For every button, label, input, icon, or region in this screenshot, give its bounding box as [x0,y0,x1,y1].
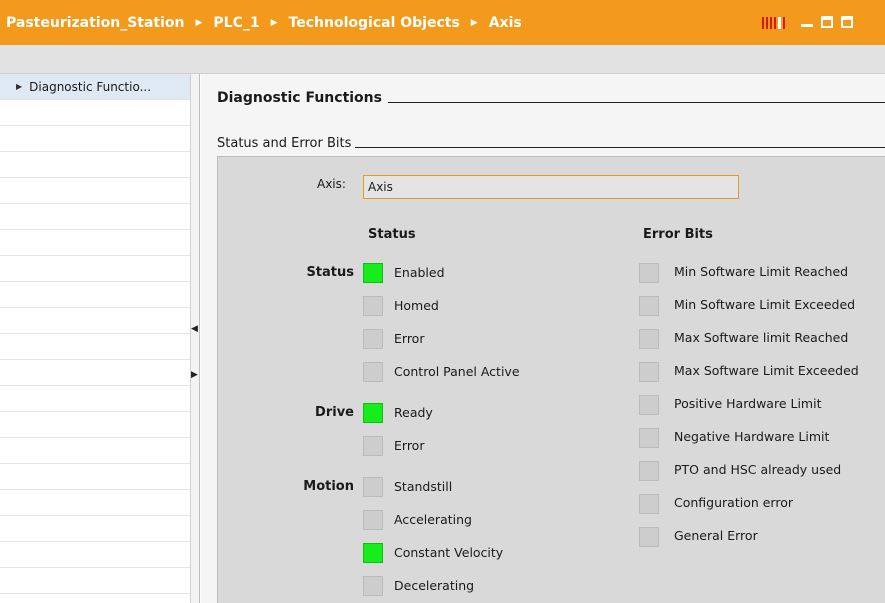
error-bit-label: PTO and HSC already used [674,462,842,477]
status-indicator-icon [363,362,383,382]
tree-item-diagnostic-functions[interactable]: ▶ Diagnostic Functio... [0,74,190,100]
breadcrumb-separator-icon: ▶ [470,17,478,28]
tree-empty-row [0,438,190,464]
minimize-icon[interactable] [801,16,813,28]
error-indicator-icon [639,362,659,382]
tree-empty-row [0,386,190,412]
breadcrumb-separator-icon: ▶ [270,17,278,28]
group-label-drive: Drive [315,405,354,420]
toolbar [0,45,885,74]
error-bit-label: Positive Hardware Limit [674,396,822,411]
axis-field[interactable] [363,175,739,199]
status-label: Error [394,331,425,346]
error-bit-label: Min Software Limit Exceeded [674,297,856,312]
group-label-status: Status [306,265,354,280]
maximize-icon[interactable] [841,16,853,28]
breadcrumb-item-axis[interactable]: Axis [489,15,522,31]
navigation-tree: ▶ Diagnostic Functio... [0,74,190,603]
error-bit-label: Max Software Limit Exceeded [674,363,859,378]
subsection-title-text: Status and Error Bits [217,136,352,151]
error-bit-label: General Error [674,528,758,543]
breadcrumb-item-plc[interactable]: PLC_1 [213,15,259,31]
breadcrumb-item-techobjects[interactable]: Technological Objects [289,15,460,31]
error-indicator-icon [639,461,659,481]
tree-item-label: Diagnostic Functio... [29,79,152,94]
expand-right-icon[interactable]: ▶ [191,370,198,380]
breadcrumb-item-project[interactable]: Pasteurization_Station [6,15,185,31]
tile-windows-icon[interactable] [762,15,785,29]
status-label: Decelerating [394,578,475,593]
tree-empty-row [0,464,190,490]
tree-empty-row [0,178,190,204]
error-bit-label: Negative Hardware Limit [674,429,830,444]
status-label: Accelerating [394,512,472,527]
status-label: Homed [394,298,439,313]
tree-empty-row [0,282,190,308]
status-indicator-icon [363,403,383,423]
error-bit-label: Min Software Limit Reached [674,264,849,279]
tree-empty-row [0,542,190,568]
status-label: Constant Velocity [394,545,504,560]
tree-empty-row [0,334,190,360]
divider [355,147,885,148]
tree-empty-row [0,204,190,230]
tree-empty-row [0,360,190,386]
status-indicator-icon [363,510,383,530]
tree-empty-row [0,256,190,282]
tree-empty-row [0,490,190,516]
error-indicator-icon [639,296,659,316]
status-label: Ready [394,405,433,420]
breadcrumb-separator-icon: ▶ [195,17,203,28]
section-title-text: Diagnostic Functions [217,90,382,106]
status-error-panel: Axis: Status Error Bits Status Enabled Hom… [217,156,885,603]
error-bits-column-header: Error Bits [643,227,713,242]
error-indicator-icon [639,329,659,349]
error-indicator-icon [639,395,659,415]
status-column-header: Status [368,227,416,242]
error-indicator-icon [639,428,659,448]
status-indicator-icon [363,576,383,596]
error-indicator-icon [639,263,659,283]
status-indicator-icon [363,329,383,349]
tree-empty-row [0,516,190,542]
tree-empty-row [0,568,190,594]
status-label: Control Panel Active [394,364,520,379]
collapse-left-icon[interactable]: ◀ [191,324,198,334]
status-indicator-icon [363,296,383,316]
status-indicator-icon [363,263,383,283]
status-indicator-icon [363,543,383,563]
section-title: Diagnostic Functions [217,90,885,106]
error-bit-label: Max Software limit Reached [674,330,849,345]
window-controls [762,10,861,34]
error-indicator-icon [639,494,659,514]
status-label: Standstill [394,479,453,494]
error-bit-label: Configuration error [674,495,794,510]
subsection-title: Status and Error Bits [217,136,885,151]
tree-empty-row [0,152,190,178]
status-label: Enabled [394,265,445,280]
status-indicator-icon [363,436,383,456]
tree-empty-row [0,412,190,438]
tree-empty-row [0,230,190,256]
expand-arrow-icon[interactable]: ▶ [16,82,22,91]
tree-empty-row [0,100,190,126]
tree-empty-row [0,308,190,334]
tree-empty-row [0,126,190,152]
group-label-motion: Motion [303,479,354,494]
title-bar: Pasteurization_Station ▶ PLC_1 ▶ Technol… [0,0,885,45]
axis-label: Axis: [317,177,346,191]
breadcrumb: Pasteurization_Station ▶ PLC_1 ▶ Technol… [0,0,522,45]
float-window-icon[interactable] [821,16,833,28]
error-indicator-icon [639,527,659,547]
status-indicator-icon [363,477,383,497]
status-label: Error [394,438,425,453]
content-pane: Diagnostic Functions Status and Error Bi… [201,74,885,603]
pane-splitter[interactable]: ◀ ▶ [190,74,200,603]
divider [387,102,885,103]
